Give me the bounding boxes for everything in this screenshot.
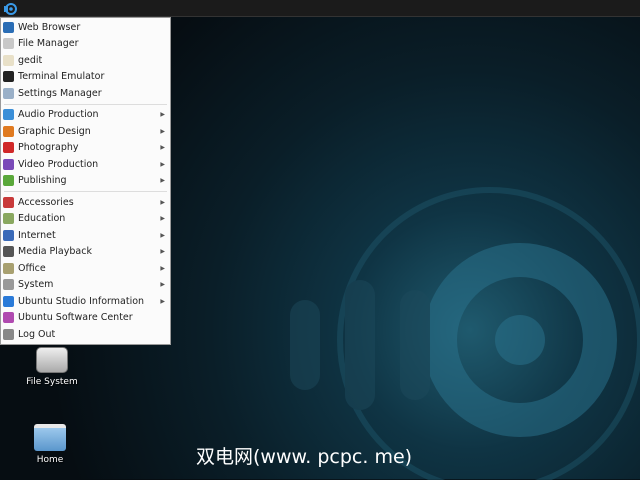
menu-item-label: System	[18, 279, 54, 291]
photography-icon	[3, 142, 14, 154]
ubuntu-studio-logo-icon	[4, 2, 17, 15]
text-editor-icon	[3, 54, 14, 66]
menu-item-graphic-design[interactable]: Graphic Design ▶	[1, 123, 170, 140]
desktop-icon-home[interactable]: Home	[15, 424, 85, 465]
video-icon	[3, 158, 14, 170]
submenu-arrow-icon: ▶	[160, 281, 165, 289]
ubuntu-studio-icon	[3, 295, 14, 307]
menu-item-label: Settings Manager	[18, 87, 102, 99]
home-folder-icon	[34, 424, 66, 451]
submenu-arrow-icon: ▶	[160, 111, 165, 119]
menu-item-label: gedit	[18, 54, 43, 66]
submenu-arrow-icon: ▶	[160, 215, 165, 223]
logout-icon	[3, 328, 14, 340]
menu-item-publishing[interactable]: Publishing ▶	[1, 173, 170, 190]
top-panel	[0, 0, 640, 17]
menu-item-terminal-emulator[interactable]: Terminal Emulator	[1, 69, 170, 86]
menu-item-education[interactable]: Education ▶	[1, 211, 170, 228]
menu-item-label: Ubuntu Studio Information	[18, 295, 145, 307]
graphic-design-icon	[3, 125, 14, 137]
menu-separator	[4, 103, 167, 105]
app-menu-button[interactable]	[2, 1, 18, 16]
desktop-icon-file-system[interactable]: File System	[17, 347, 87, 387]
menu-item-video-production[interactable]: Video Production ▶	[1, 156, 170, 173]
folder-icon	[3, 38, 14, 50]
hard-drive-icon	[36, 347, 68, 373]
submenu-arrow-icon: ▶	[160, 198, 165, 206]
desktop-icon-label: File System	[26, 377, 78, 387]
submenu-arrow-icon: ▶	[160, 297, 165, 305]
menu-item-label: Log Out	[18, 328, 56, 340]
settings-icon	[3, 87, 14, 99]
globe-icon	[3, 21, 14, 33]
menu-item-label: Ubuntu Software Center	[18, 312, 133, 324]
menu-item-label: Web Browser	[18, 21, 81, 33]
menu-item-label: Publishing	[18, 175, 67, 187]
menu-item-label: Video Production	[18, 158, 99, 170]
menu-item-media-playback[interactable]: Media Playback ▶	[1, 244, 170, 261]
menu-item-label: Media Playback	[18, 246, 92, 258]
terminal-icon	[3, 71, 14, 83]
menu-item-log-out[interactable]: Log Out	[1, 326, 170, 343]
publishing-icon	[3, 175, 14, 187]
menu-item-label: Audio Production	[18, 109, 99, 121]
menu-item-internet[interactable]: Internet ▶	[1, 227, 170, 244]
menu-item-audio-production[interactable]: Audio Production ▶	[1, 107, 170, 124]
menu-item-label: Office	[18, 262, 46, 274]
submenu-arrow-icon: ▶	[160, 231, 165, 239]
menu-item-label: Accessories	[18, 196, 74, 208]
menu-item-file-manager[interactable]: File Manager	[1, 36, 170, 53]
application-menu: Web Browser File Manager gedit Terminal Emu…	[0, 17, 171, 345]
office-icon	[3, 262, 14, 274]
menu-item-accessories[interactable]: Accessories ▶	[1, 194, 170, 211]
watermark: 双电网(www. pcpc. me)	[196, 446, 413, 468]
menu-item-system[interactable]: System ▶	[1, 277, 170, 294]
wallpaper-logo	[290, 187, 640, 480]
menu-item-gedit[interactable]: gedit	[1, 52, 170, 69]
submenu-arrow-icon: ▶	[160, 248, 165, 256]
submenu-arrow-icon: ▶	[160, 177, 165, 185]
education-icon	[3, 213, 14, 225]
menu-item-label: Graphic Design	[18, 125, 91, 137]
desktop-icon-label: Home	[36, 455, 64, 465]
submenu-arrow-icon: ▶	[160, 264, 165, 272]
menu-item-ubuntu-software-center[interactable]: Ubuntu Software Center	[1, 310, 170, 327]
media-icon	[3, 246, 14, 258]
menu-item-web-browser[interactable]: Web Browser	[1, 19, 170, 36]
menu-item-label: Photography	[18, 142, 79, 154]
menu-item-settings-manager[interactable]: Settings Manager	[1, 85, 170, 102]
menu-item-photography[interactable]: Photography ▶	[1, 140, 170, 157]
menu-item-office[interactable]: Office ▶	[1, 260, 170, 277]
submenu-arrow-icon: ▶	[160, 144, 165, 152]
accessories-icon	[3, 196, 14, 208]
menu-item-ubuntu-studio-information[interactable]: Ubuntu Studio Information ▶	[1, 293, 170, 310]
menu-item-label: Terminal Emulator	[18, 71, 105, 83]
software-center-icon	[3, 312, 14, 324]
menu-item-label: Education	[18, 213, 66, 225]
menu-item-label: File Manager	[18, 38, 79, 50]
submenu-arrow-icon: ▶	[160, 127, 165, 135]
submenu-arrow-icon: ▶	[160, 160, 165, 168]
internet-icon	[3, 229, 14, 241]
menu-item-label: Internet	[18, 229, 56, 241]
menu-separator	[4, 191, 167, 192]
system-icon	[3, 279, 14, 291]
audio-icon	[3, 109, 14, 121]
